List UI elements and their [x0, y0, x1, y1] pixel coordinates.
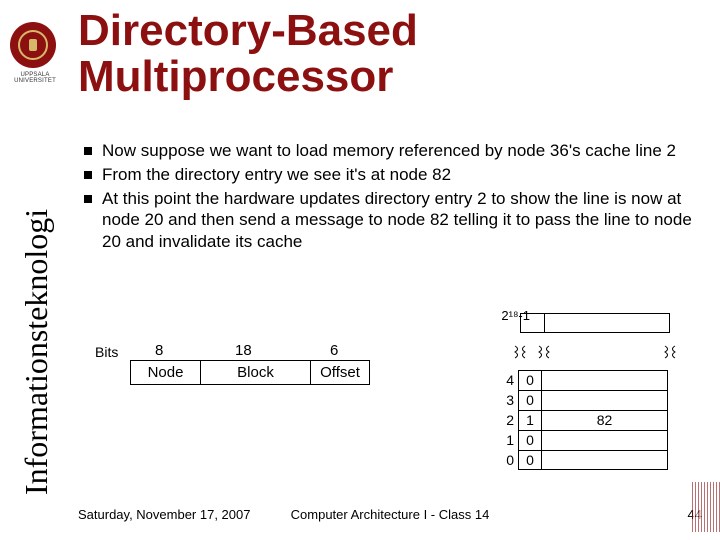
department-label: Informationsteknologi — [18, 209, 55, 495]
wave-icon — [664, 345, 676, 359]
brand-column: UPPSALA UNIVERSITET Informationsteknolog… — [0, 0, 70, 540]
directory-row: 2182 — [500, 410, 668, 430]
directory-rows: 40 30 2182 10 00 — [500, 370, 668, 470]
decorative-edge-stripes — [692, 482, 720, 532]
bullet-list: Now suppose we want to load memory refer… — [78, 140, 702, 253]
directory-row: 00 — [500, 450, 668, 470]
field-block: Block — [201, 361, 311, 384]
bullet-item: At this point the hardware updates direc… — [78, 188, 702, 253]
address-directory-diagram: Bits 8 18 6 Node Block Offset 2¹⁸-1 40 3… — [95, 310, 690, 475]
footer-course: Computer Architecture I - Class 14 — [78, 507, 702, 522]
field-offset: Offset — [311, 361, 369, 384]
university-name: UPPSALA UNIVERSITET — [0, 72, 70, 84]
bullet-item: From the directory entry we see it's at … — [78, 164, 702, 186]
field-width-node: 8 — [155, 342, 163, 359]
slide-title: Directory-Based Multiprocessor — [78, 8, 720, 100]
field-width-block: 18 — [235, 342, 252, 359]
directory-row: 40 — [500, 370, 668, 390]
slide: UPPSALA UNIVERSITET Informationsteknolog… — [0, 0, 720, 540]
field-node: Node — [131, 361, 201, 384]
address-fields: Node Block Offset — [130, 360, 370, 385]
slide-body: Now suppose we want to load memory refer… — [78, 140, 702, 255]
wave-icon — [514, 345, 526, 359]
university-seal-icon — [10, 22, 56, 68]
field-width-offset: 6 — [330, 342, 338, 359]
slide-footer: Saturday, November 17, 2007 Computer Arc… — [78, 507, 702, 522]
wave-icon — [538, 345, 550, 359]
directory-row: 10 — [500, 430, 668, 450]
directory-gap — [520, 345, 670, 367]
bullet-item: Now suppose we want to load memory refer… — [78, 140, 702, 162]
directory-top-row — [520, 313, 670, 333]
bits-label: Bits — [95, 344, 118, 360]
directory-row: 30 — [500, 390, 668, 410]
